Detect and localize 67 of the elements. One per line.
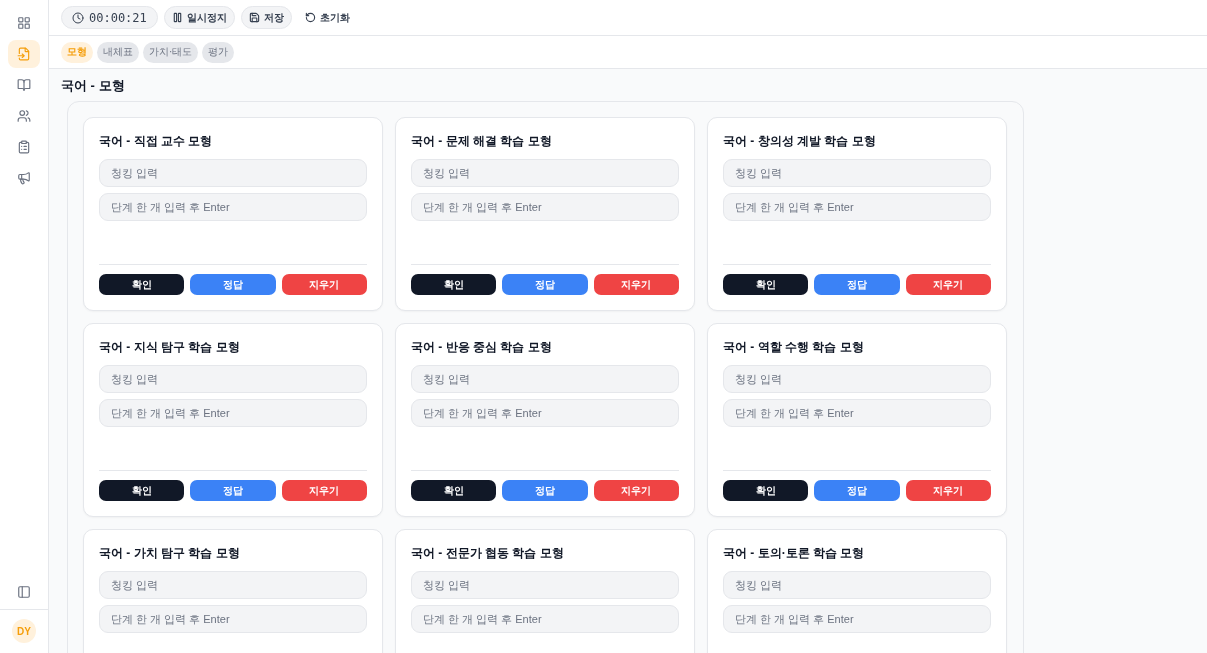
timer-text: 00:00:21 xyxy=(89,10,147,25)
clear-button[interactable]: 지우기 xyxy=(905,480,991,501)
card-title: 국어 - 토의·토론 학습 모형 xyxy=(723,545,866,562)
reset-icon xyxy=(304,12,316,23)
answer-button[interactable]: 정답 xyxy=(190,480,276,501)
clear-button[interactable]: 지우기 xyxy=(281,274,367,295)
input-field[interactable]: 단계 한 개 입력 후 Enter xyxy=(99,605,367,633)
input-field[interactable]: 단계 한 개 입력 후 Enter xyxy=(723,399,991,427)
card-title: 국어 - 창의성 계발 학습 모형 xyxy=(723,133,877,150)
input-field[interactable]: 청킹 입력 xyxy=(99,365,367,393)
megaphone-icon xyxy=(17,171,31,185)
tab[interactable]: 모형 xyxy=(61,41,93,63)
input-field[interactable]: 단계 한 개 입력 후 Enter xyxy=(99,193,367,221)
confirm-button[interactable]: 확인 xyxy=(411,274,497,295)
clear-button[interactable]: 지우기 xyxy=(593,480,679,501)
reset-button[interactable]: 초기화 xyxy=(297,6,357,29)
confirm-button[interactable]: 확인 xyxy=(723,480,809,501)
input-field[interactable]: 단계 한 개 입력 후 Enter xyxy=(411,605,679,633)
users-icon xyxy=(17,109,31,123)
book-icon xyxy=(17,78,31,92)
input-field[interactable]: 청킹 입력 xyxy=(99,159,367,187)
confirm-button[interactable]: 확인 xyxy=(723,274,809,295)
input-field[interactable]: 단계 한 개 입력 후 Enter xyxy=(411,193,679,221)
answer-button[interactable]: 정답 xyxy=(814,480,900,501)
pause-icon xyxy=(171,12,183,23)
save-button[interactable]: 저장 xyxy=(240,6,292,29)
tab[interactable]: 가치·태도 xyxy=(143,41,199,63)
file-icon xyxy=(17,47,31,61)
input-field[interactable]: 단계 한 개 입력 후 Enter xyxy=(411,399,679,427)
clear-button[interactable]: 지우기 xyxy=(905,274,991,295)
pause-button[interactable]: 일시정지 xyxy=(163,6,235,29)
save-icon xyxy=(248,12,260,23)
input-field[interactable]: 청킹 입력 xyxy=(411,571,679,599)
input-field[interactable]: 청킹 입력 xyxy=(99,571,367,599)
card-title: 국어 - 직접 교수 모형 xyxy=(99,133,214,150)
input-field[interactable]: 청킹 입력 xyxy=(411,365,679,393)
input-field[interactable]: 단계 한 개 입력 후 Enter xyxy=(723,605,991,633)
input-field[interactable]: 청킹 입력 xyxy=(723,365,991,393)
tab[interactable]: 평가 xyxy=(202,41,235,63)
section-title: 국어 - 모형 xyxy=(61,77,126,95)
card-title: 국어 - 전문가 협동 학습 모형 xyxy=(411,545,565,562)
input-field[interactable]: 단계 한 개 입력 후 Enter xyxy=(723,193,991,221)
clear-button[interactable]: 지우기 xyxy=(593,274,679,295)
input-field[interactable]: 청킹 입력 xyxy=(723,159,991,187)
confirm-button[interactable]: 확인 xyxy=(411,480,497,501)
card-title: 국어 - 역할 수행 학습 모형 xyxy=(723,339,865,356)
card-title: 국어 - 지식 탐구 학습 모형 xyxy=(99,339,241,356)
user-avatar[interactable]: DY xyxy=(12,619,36,643)
confirm-button[interactable]: 확인 xyxy=(99,480,185,501)
sidebar-item[interactable] xyxy=(8,40,40,68)
tab[interactable]: 내체표 xyxy=(97,41,139,63)
input-field[interactable]: 단계 한 개 입력 후 Enter xyxy=(99,399,367,427)
answer-button[interactable]: 정답 xyxy=(502,480,588,501)
card-title: 국어 - 반응 중심 학습 모형 xyxy=(411,339,553,356)
answer-button[interactable]: 정답 xyxy=(190,274,276,295)
clear-button[interactable]: 지우기 xyxy=(281,480,367,501)
grid-icon xyxy=(17,16,31,30)
panel-icon xyxy=(17,585,31,599)
input-field[interactable]: 청킹 입력 xyxy=(411,159,679,187)
confirm-button[interactable]: 확인 xyxy=(99,274,185,295)
answer-button[interactable]: 정답 xyxy=(502,274,588,295)
answer-button[interactable]: 정답 xyxy=(814,274,900,295)
input-field[interactable]: 청킹 입력 xyxy=(723,571,991,599)
clipboard-icon xyxy=(17,140,31,154)
card-title: 국어 - 가치 탐구 학습 모형 xyxy=(99,545,241,562)
card-title: 국어 - 문제 해결 학습 모형 xyxy=(411,133,553,150)
clock-icon xyxy=(72,11,84,24)
